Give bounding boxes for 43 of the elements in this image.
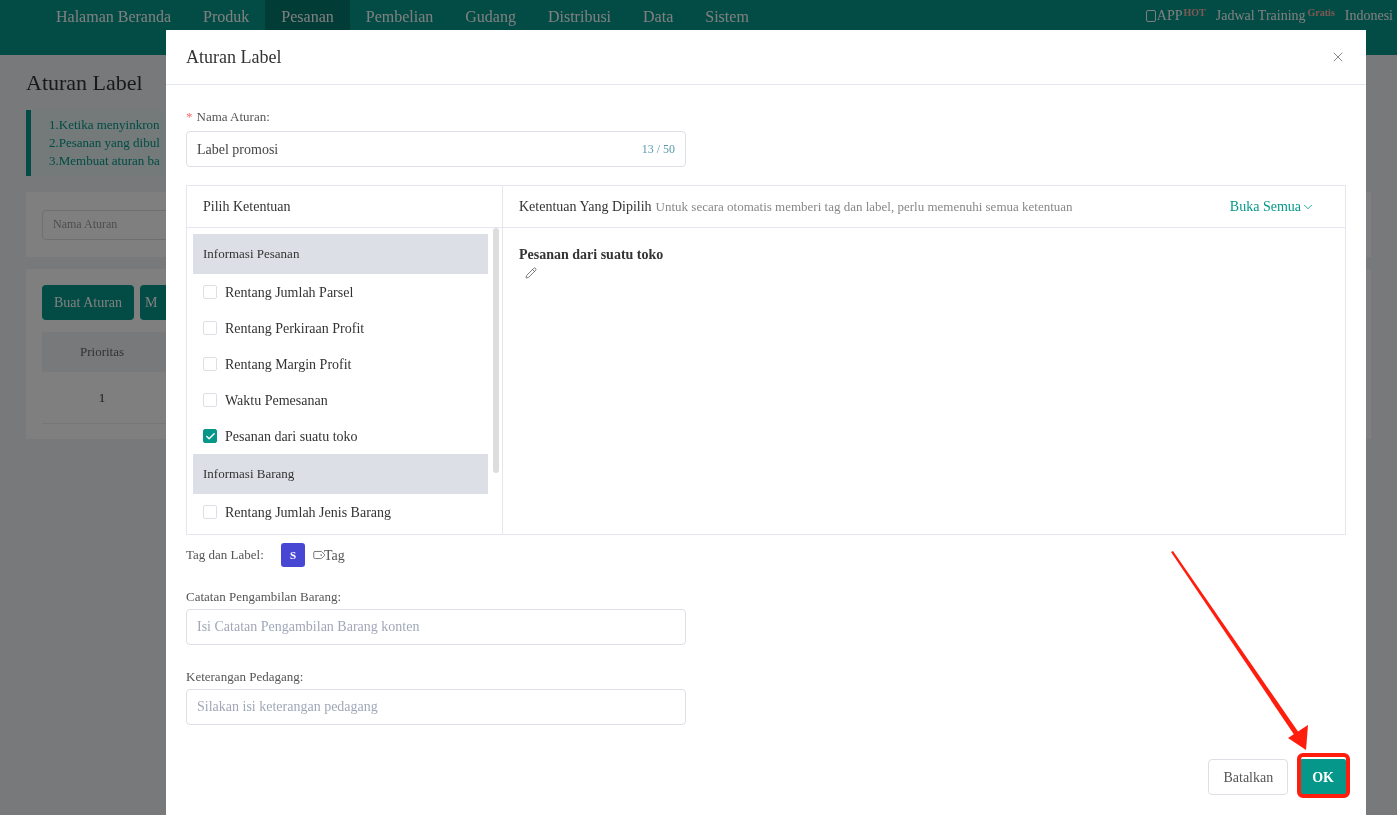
add-tag-link[interactable]: Tag — [312, 544, 345, 566]
scrollbar-thumb[interactable] — [493, 228, 499, 473]
field-label: Tag dan Label: — [186, 546, 265, 565]
nav-tab[interactable]: Halaman Beranda — [40, 0, 188, 55]
training-link[interactable]: Jadwal Training — [1215, 7, 1306, 25]
panel-title: Ketentuan Yang Dipilih — [519, 198, 652, 216]
expand-all-link[interactable]: Buka Semua — [1229, 196, 1315, 217]
note-text: 1.Ketika menyinkron — [49, 116, 160, 134]
selected-condition: Pesanan dari suatu toko — [519, 246, 665, 264]
rule-name-field[interactable]: Label promosi 13 / 50 — [186, 131, 686, 167]
group-header: Informasi Pesanan — [193, 234, 488, 274]
cancel-button[interactable]: Batalkan — [1208, 759, 1289, 795]
field-label: Keterangan Pedagang: — [186, 668, 305, 683]
note-field[interactable]: Silakan isi keterangan pedagang — [186, 689, 686, 725]
condition-label: Rentang Perkiraan Profit — [225, 319, 365, 338]
field-label: Catatan Pengambilan Barang: — [186, 588, 343, 603]
condition-label: Pesanan dari suatu toko — [225, 427, 358, 446]
page-title: Aturan Label — [26, 69, 144, 97]
phone-icon — [1145, 10, 1156, 22]
language-selector[interactable]: Indonesi — [1344, 7, 1393, 25]
panel-hint: Untuk secara otomatis memberi tag dan label, perlu memenuhi semua ketentuan — [655, 197, 1074, 216]
checkbox[interactable] — [203, 429, 217, 443]
tag-badge: S — [281, 543, 305, 567]
column-header: Prioritas — [78, 343, 126, 362]
character-counter: 13 / 50 — [641, 141, 675, 158]
note-text: 2.Pesanan yang dibul — [49, 134, 160, 152]
free-label: Gratis — [1307, 7, 1335, 18]
table-cell-text: 1 — [97, 388, 107, 407]
ok-button[interactable]: OK — [1300, 759, 1346, 795]
note-text: 3.Membuat aturan ba — [49, 152, 160, 170]
note-field[interactable]: Isi Catatan Pengambilan Barang konten — [186, 609, 686, 645]
condition-label: Rentang Jumlah Jenis Barang — [225, 503, 392, 522]
app-link[interactable]: APP — [1156, 7, 1183, 25]
action-button[interactable]: Buat Aturan — [42, 285, 135, 320]
field-label: Nama Aturan: — [196, 108, 270, 127]
required-mark: * — [186, 108, 193, 127]
condition-label: Waktu Pemesanan — [225, 391, 328, 410]
condition-label: Rentang Jumlah Parsel — [225, 283, 354, 302]
hot-label: HOT — [1183, 7, 1206, 18]
condition-label: Rentang Margin Profit — [225, 355, 352, 374]
group-header: Informasi Barang — [193, 454, 488, 494]
pencil-icon[interactable] — [525, 267, 537, 279]
highlight-frame — [1297, 753, 1350, 798]
